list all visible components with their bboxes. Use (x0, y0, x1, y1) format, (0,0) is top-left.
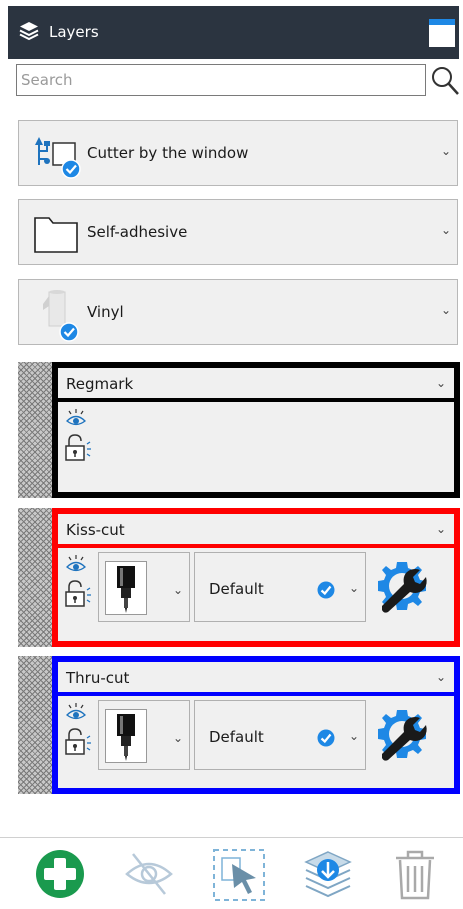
material-label: Self-adhesive (87, 223, 188, 241)
cutter-label: Cutter by the window (87, 144, 249, 162)
chevron-down-icon: ⌄ (440, 303, 451, 317)
material-dropdown[interactable]: Self-adhesive ⌄ (18, 199, 458, 265)
chevron-down-icon: ⌄ (435, 522, 446, 536)
tool-dropdown[interactable]: ⌄ (98, 552, 190, 622)
chevron-down-icon: ⌄ (172, 583, 183, 597)
chevron-down-icon: ⌄ (440, 223, 451, 237)
trash-icon[interactable] (392, 848, 438, 900)
layer-drag-handle[interactable] (18, 362, 52, 498)
chevron-down-icon: ⌄ (440, 144, 451, 158)
layer-color-frame: Thru-cut ⌄ ⌄ Default ⌄ (52, 656, 460, 794)
knife-tool-icon (105, 709, 147, 763)
layer-name-dropdown[interactable]: Thru-cut ⌄ (58, 662, 454, 692)
tool-dropdown[interactable]: ⌄ (98, 700, 190, 770)
layers-merge-icon[interactable] (302, 848, 354, 900)
chevron-down-icon: ⌄ (435, 670, 446, 684)
preset-value: Default (209, 580, 264, 598)
select-layer-icon[interactable] (212, 848, 266, 902)
vinyl-roll-icon (43, 290, 79, 342)
preset-dropdown[interactable]: Default ⌄ (194, 552, 366, 622)
layer-body (58, 402, 454, 492)
panel-title: Layers (49, 23, 99, 41)
layer-drag-handle[interactable] (18, 656, 52, 794)
preset-value: Default (209, 728, 264, 746)
chevron-down-icon: ⌄ (348, 729, 359, 743)
layer-regmark: Regmark ⌄ (18, 362, 460, 498)
lock-open-icon[interactable] (64, 580, 94, 608)
chevron-down-icon: ⌄ (435, 376, 446, 390)
chevron-down-icon: ⌄ (172, 731, 183, 745)
search-icon[interactable] (430, 64, 460, 96)
settings-wrench-icon[interactable] (374, 706, 430, 762)
toolbar-divider (0, 837, 463, 838)
layer-color-frame: Kiss-cut ⌄ ⌄ Default ⌄ (52, 508, 460, 647)
layer-thru-cut: Thru-cut ⌄ ⌄ Default ⌄ (18, 656, 460, 794)
search-row (16, 64, 460, 98)
panel-titlebar: Layers (8, 6, 459, 59)
check-icon (317, 729, 335, 747)
layers-icon (19, 22, 39, 41)
visibility-eye-icon[interactable] (64, 554, 88, 576)
media-label: Vinyl (87, 303, 124, 321)
add-layer-icon[interactable] (34, 848, 86, 900)
window-toggle-icon[interactable] (429, 19, 455, 47)
visibility-eye-icon[interactable] (64, 408, 88, 430)
layer-color-frame: Regmark ⌄ (52, 362, 460, 498)
folder-icon (34, 217, 78, 253)
preset-dropdown[interactable]: Default ⌄ (194, 700, 366, 770)
cutter-usb-icon (35, 137, 81, 179)
media-dropdown[interactable]: Vinyl ⌄ (18, 279, 458, 345)
chevron-down-icon: ⌄ (348, 581, 359, 595)
layer-drag-handle[interactable] (18, 508, 52, 647)
check-icon (317, 581, 335, 599)
hide-eye-icon[interactable] (123, 848, 175, 900)
layer-body: ⌄ Default ⌄ (58, 548, 454, 641)
knife-tool-icon (105, 561, 147, 615)
settings-wrench-icon[interactable] (374, 558, 430, 614)
layer-kiss-cut: Kiss-cut ⌄ ⌄ Default ⌄ (18, 508, 460, 647)
layer-name-dropdown[interactable]: Kiss-cut ⌄ (58, 514, 454, 544)
search-input[interactable] (16, 64, 426, 96)
cutter-dropdown[interactable]: Cutter by the window ⌄ (18, 120, 458, 186)
visibility-eye-icon[interactable] (64, 702, 88, 724)
layer-name: Kiss-cut (66, 521, 125, 539)
layer-body: ⌄ Default ⌄ (58, 696, 454, 788)
layer-name-dropdown[interactable]: Regmark ⌄ (58, 368, 454, 398)
layer-name: Thru-cut (66, 669, 130, 687)
lock-open-icon[interactable] (64, 728, 94, 756)
layer-name: Regmark (66, 375, 134, 393)
lock-open-icon[interactable] (64, 434, 94, 462)
